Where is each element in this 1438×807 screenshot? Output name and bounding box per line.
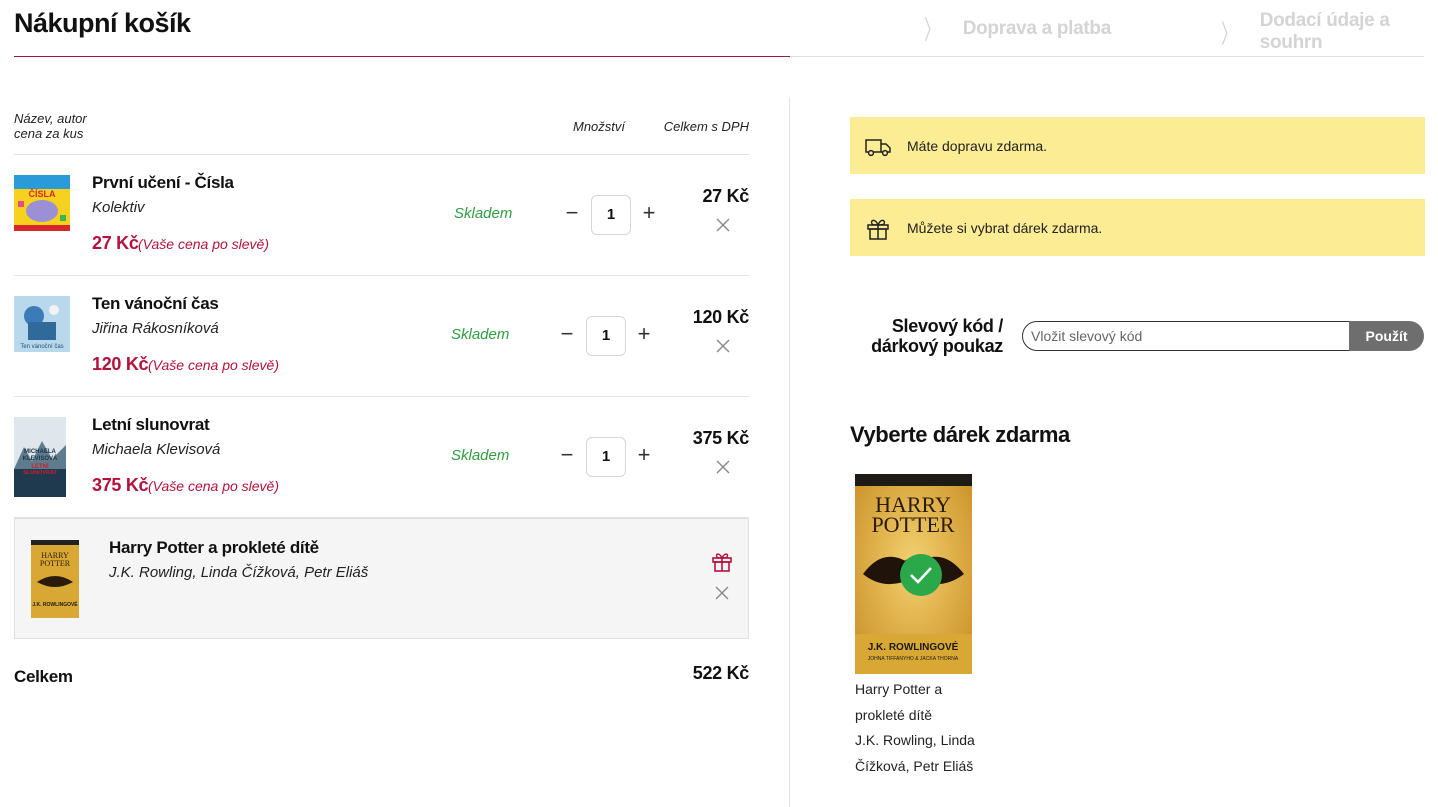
column-quantity: Množství: [573, 119, 626, 134]
selected-check-icon: [900, 554, 942, 596]
item-total: 375 Kč: [692, 428, 750, 448]
svg-text:J.K. ROWLINGOVÉ: J.K. ROWLINGOVÉ: [868, 640, 959, 653]
svg-text:Ten vánoční čas: Ten vánoční čas: [20, 344, 63, 350]
price-note: (Vaše cena po slevě): [148, 357, 279, 373]
gift-title[interactable]: Harry Potter a prokleté dítě: [109, 538, 319, 558]
total-value: 522 Kč: [692, 663, 750, 683]
svg-text:J.K. ROWLINGOVÉ: J.K. ROWLINGOVÉ: [32, 600, 78, 608]
coupon-code-input[interactable]: [1022, 321, 1352, 351]
column-unit-price-label: cena za kus: [14, 126, 84, 141]
quantity-decrease-button[interactable]: −: [561, 200, 583, 228]
book-cover-image[interactable]: ČÍSLA: [14, 175, 70, 231]
quantity-decrease-button[interactable]: −: [556, 321, 578, 349]
column-name-label: Název, autor: [14, 111, 87, 126]
item-title[interactable]: Ten vánoční čas: [92, 294, 219, 314]
column-name: Název, autor cena za kus: [14, 111, 87, 141]
item-author: Jiřina Rákosníková: [92, 320, 219, 337]
svg-text:MICHAELA: MICHAELA: [24, 449, 56, 455]
gift-option-title: Harry Potter a prokleté dítě: [855, 681, 943, 723]
cart-item: MICHAELA KLEVISOVÁ LETNÍ SLUNOVRAT Letní…: [14, 397, 749, 518]
item-total: 120 Kč: [692, 307, 750, 327]
item-author: Michaela Klevisová: [92, 441, 221, 458]
gift-option[interactable]: HARRY POTTER J.K. ROWLINGOVÉ JOHNA TIFFA…: [855, 474, 995, 779]
quantity-increase-button[interactable]: +: [633, 321, 655, 349]
item-author: Kolektiv: [92, 199, 145, 216]
book-cover-image[interactable]: HARRY POTTER J.K. ROWLINGOVÉ: [31, 540, 79, 618]
gift-option-author: J.K. Rowling, Linda Čížková, Petr Eliáš: [855, 732, 975, 774]
cart-item: ČÍSLA První učení - Čísla Kolektiv 27 Kč…: [14, 155, 749, 276]
cart-table: Název, autor cena za kus Množství Celkem…: [14, 97, 749, 699]
remove-item-icon[interactable]: [713, 215, 733, 235]
coupon-label: Slevový kód / dárkový poukaz: [860, 316, 1003, 356]
step-shipping-payment[interactable]: 〉 Doprava a platba: [919, 10, 1111, 47]
gift-picker-heading: Vyberte dárek zdarma: [850, 422, 1070, 447]
stock-status: Skladem: [454, 205, 513, 222]
item-unit-price: 27 Kč: [92, 233, 139, 253]
gift-author: J.K. Rowling, Linda Čížková, Petr Eliáš: [109, 564, 369, 581]
quantity-input[interactable]: 1: [586, 437, 626, 477]
svg-text:ČÍSLA: ČÍSLA: [29, 188, 57, 199]
item-unit-price: 120 Kč: [92, 354, 149, 374]
step-delivery-summary[interactable]: 〉 Dodací údaje a souhrn: [1216, 10, 1424, 54]
notice-text: Máte dopravu zdarma.: [907, 137, 1048, 154]
svg-text:JOHNA TIFFANYHO & JACKA THORNA: JOHNA TIFFANYHO & JACKA THORNA: [868, 656, 959, 662]
stock-status: Skladem: [451, 326, 510, 343]
coupon-label-line: dárkový poukaz: [871, 336, 1003, 356]
svg-text:POTTER: POTTER: [40, 559, 71, 568]
step-label: Dodací údaje a souhrn: [1259, 10, 1390, 53]
free-shipping-notice: Máte dopravu zdarma.: [850, 117, 1425, 174]
cart-total-row: Celkem 522 Kč: [14, 639, 749, 699]
price-note: (Vaše cena po slevě): [138, 236, 269, 252]
column-total: Celkem s DPH: [663, 119, 749, 134]
gift-cover-image[interactable]: HARRY POTTER J.K. ROWLINGOVÉ JOHNA TIFFA…: [855, 474, 972, 674]
column-divider: [789, 97, 790, 807]
notice-text: Můžete si vybrat dárek zdarma.: [907, 219, 1103, 236]
free-gift-notice: Můžete si vybrat dárek zdarma.: [850, 199, 1425, 256]
total-label: Celkem: [14, 667, 73, 686]
quantity-increase-button[interactable]: +: [633, 442, 655, 470]
truck-icon: [865, 138, 891, 156]
quantity-input[interactable]: 1: [586, 316, 626, 356]
book-cover-image[interactable]: MICHAELA KLEVISOVÁ LETNÍ SLUNOVRAT: [14, 417, 66, 497]
chevron-right-icon: 〉: [1221, 18, 1237, 49]
remove-item-icon[interactable]: [713, 336, 733, 356]
apply-coupon-button[interactable]: Použít: [1349, 321, 1424, 351]
quantity-input[interactable]: 1: [591, 195, 631, 235]
item-total: 27 Kč: [702, 186, 749, 206]
coupon-label-line: Slevový kód /: [891, 316, 1003, 336]
item-unit-price: 375 Kč: [92, 475, 149, 495]
cart-item: Ten vánoční čas Ten vánoční čas Jiřina R…: [14, 276, 749, 397]
step-label: Doprava a platba: [962, 17, 1112, 39]
quantity-increase-button[interactable]: +: [638, 200, 660, 228]
item-title[interactable]: První učení - Čísla: [92, 173, 234, 193]
page-title: Nákupní košík: [14, 8, 191, 38]
price-note: (Vaše cena po slevě): [148, 478, 279, 494]
header-divider: [790, 56, 1424, 57]
cart-header-row: Název, autor cena za kus Množství Celkem…: [14, 97, 749, 155]
gift-caption: Harry Potter a prokleté dítě J.K. Rowlin…: [855, 677, 990, 779]
gift-icon: [712, 553, 732, 572]
svg-text:POTTER: POTTER: [871, 512, 954, 537]
item-title[interactable]: Letní slunovrat: [92, 415, 210, 435]
remove-item-icon[interactable]: [713, 457, 733, 477]
quantity-decrease-button[interactable]: −: [556, 442, 578, 470]
gift-cart-item: HARRY POTTER J.K. ROWLINGOVÉ Harry Potte…: [14, 518, 749, 639]
stock-status: Skladem: [451, 447, 510, 464]
checkout-header: Nákupní košík 〉 Doprava a platba 〉 Dodac…: [14, 0, 1424, 57]
remove-gift-icon[interactable]: [712, 583, 732, 603]
chevron-right-icon: 〉: [924, 15, 940, 45]
svg-text:KLEVISOVÁ: KLEVISOVÁ: [23, 455, 58, 462]
svg-text:LETNÍ: LETNÍ: [31, 462, 49, 470]
book-cover-image[interactable]: Ten vánoční čas: [14, 296, 70, 352]
active-step-underline: [14, 56, 790, 57]
svg-text:SLUNOVRAT: SLUNOVRAT: [23, 470, 57, 476]
gift-icon: [867, 219, 889, 240]
